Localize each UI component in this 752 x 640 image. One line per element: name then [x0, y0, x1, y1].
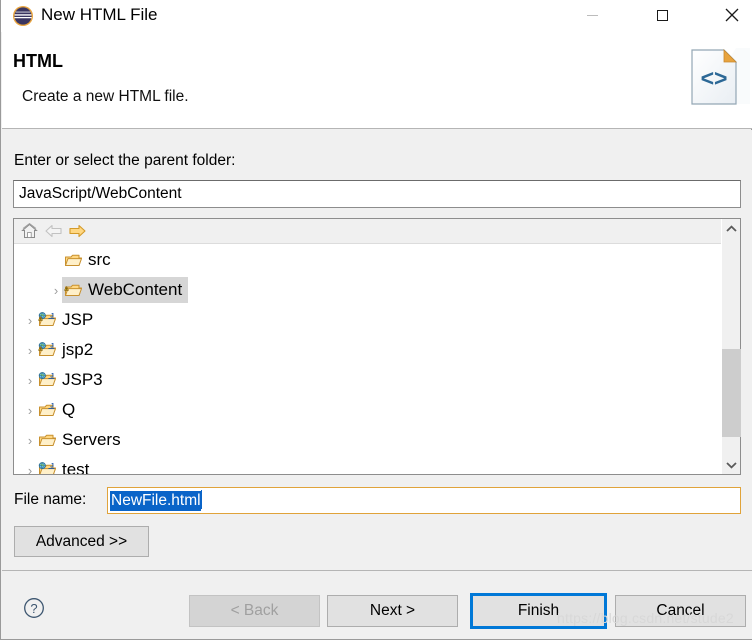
- maximize-button[interactable]: [639, 0, 685, 30]
- tree-item-label: Servers: [62, 430, 121, 449]
- tree-expand-arrow-icon[interactable]: ›: [24, 305, 36, 335]
- parent-folder-input[interactable]: [13, 180, 741, 208]
- folder-open-icon: [62, 249, 84, 271]
- tree-item-label: JSP: [62, 310, 94, 329]
- parent-folder-label: Enter or select the parent folder:: [14, 152, 236, 169]
- back-arrow-icon[interactable]: [41, 220, 65, 242]
- tree-vertical-scrollbar[interactable]: [721, 219, 741, 474]
- dialog-body: Enter or select the parent folder: JavaS…: [2, 130, 752, 570]
- folder-warning-icon: [62, 279, 84, 301]
- tree-row[interactable]: src: [14, 245, 721, 275]
- minimize-button[interactable]: [569, 0, 615, 30]
- tree-row-content: J Q: [36, 397, 75, 423]
- title-bar: New HTML File: [1, 0, 752, 32]
- tree-item-label: WebContent: [88, 280, 183, 299]
- tree-row[interactable]: › J JSP3: [14, 365, 721, 395]
- close-icon: [725, 8, 739, 22]
- tree-row[interactable]: › J jsp2: [14, 335, 721, 365]
- file-name-label: File name:: [14, 491, 87, 508]
- tree-row-content: J jsp2: [36, 337, 93, 363]
- advanced-button[interactable]: Advanced >>: [14, 526, 149, 557]
- page-title: HTML: [13, 51, 63, 71]
- web-project-warning-icon: J: [36, 339, 58, 361]
- minimize-icon: [586, 14, 598, 16]
- tree-item-label: JSP3: [62, 370, 103, 389]
- tree-expand-arrow-icon[interactable]: ›: [24, 455, 36, 475]
- tree-row-content: J JSP3: [36, 367, 103, 393]
- svg-text:<>: <>: [701, 65, 728, 91]
- tree-row-content: Servers: [36, 427, 121, 453]
- web-project-warning-icon: J: [36, 309, 58, 331]
- tree-row[interactable]: › J JSP: [14, 305, 721, 335]
- tree-toolbar: [14, 219, 722, 244]
- page-description: Create a new HTML file.: [22, 88, 189, 105]
- tree-row-content: src: [62, 247, 111, 273]
- tree-expand-arrow-icon[interactable]: ›: [24, 365, 36, 395]
- window-title: New HTML File: [41, 5, 158, 24]
- eclipse-icon: [11, 4, 35, 28]
- chevron-down-icon[interactable]: [722, 455, 741, 474]
- tree-row-content: J JSP: [36, 307, 93, 333]
- scrollbar-thumb[interactable]: [722, 349, 741, 437]
- tree-expand-arrow-icon[interactable]: ›: [50, 275, 62, 305]
- tree-item-list: src › WebContent › J JSP › J jsp2 › J JSP3 ›: [14, 245, 721, 474]
- web-project-icon: J: [36, 369, 58, 391]
- dialog-footer: ? < Back Next > Finish Cancel: [2, 570, 752, 639]
- tree-item-label: test: [62, 460, 90, 474]
- forward-arrow-icon[interactable]: [65, 220, 89, 242]
- text-caret: [200, 490, 202, 509]
- cancel-button[interactable]: Cancel: [615, 595, 746, 627]
- html-file-icon: <>: [680, 42, 752, 112]
- new-html-file-dialog: New HTML File HTML Create a new HTML fil…: [0, 0, 752, 640]
- close-button[interactable]: [709, 0, 752, 30]
- tree-row-content: WebContent: [62, 277, 189, 303]
- back-button[interactable]: < Back: [189, 595, 320, 627]
- next-button[interactable]: Next >: [327, 595, 458, 627]
- folder-open-icon: [36, 429, 58, 451]
- tree-row[interactable]: › J Q: [14, 395, 721, 425]
- tree-item-label: Q: [62, 400, 76, 419]
- tree-item-label: jsp2: [62, 340, 94, 359]
- web-project-icon: J: [36, 459, 58, 474]
- tree-row[interactable]: › WebContent: [14, 275, 721, 305]
- help-icon[interactable]: ?: [23, 597, 45, 619]
- file-name-input[interactable]: NewFile.html: [107, 487, 741, 514]
- maximize-icon: [656, 9, 668, 21]
- home-icon[interactable]: [17, 220, 41, 242]
- tree-item-label: src: [88, 250, 111, 269]
- finish-button[interactable]: Finish: [470, 593, 607, 629]
- file-name-value: NewFile.html: [110, 491, 201, 511]
- tree-row[interactable]: › J test: [14, 455, 721, 474]
- folder-tree[interactable]: src › WebContent › J JSP › J jsp2 › J JSP3 ›: [13, 218, 741, 475]
- tree-expand-arrow-icon[interactable]: ›: [24, 395, 36, 425]
- chevron-up-icon[interactable]: [722, 219, 741, 238]
- tree-expand-arrow-icon[interactable]: ›: [24, 425, 36, 455]
- tree-row[interactable]: › Servers: [14, 425, 721, 455]
- dialog-header: HTML Create a new HTML file. <>: [2, 32, 752, 129]
- tree-row-content: J test: [36, 457, 89, 474]
- svg-text:?: ?: [30, 601, 37, 616]
- java-project-icon: J: [36, 399, 58, 421]
- tree-expand-arrow-icon[interactable]: ›: [24, 335, 36, 365]
- tree-twisty-empty: [50, 245, 62, 275]
